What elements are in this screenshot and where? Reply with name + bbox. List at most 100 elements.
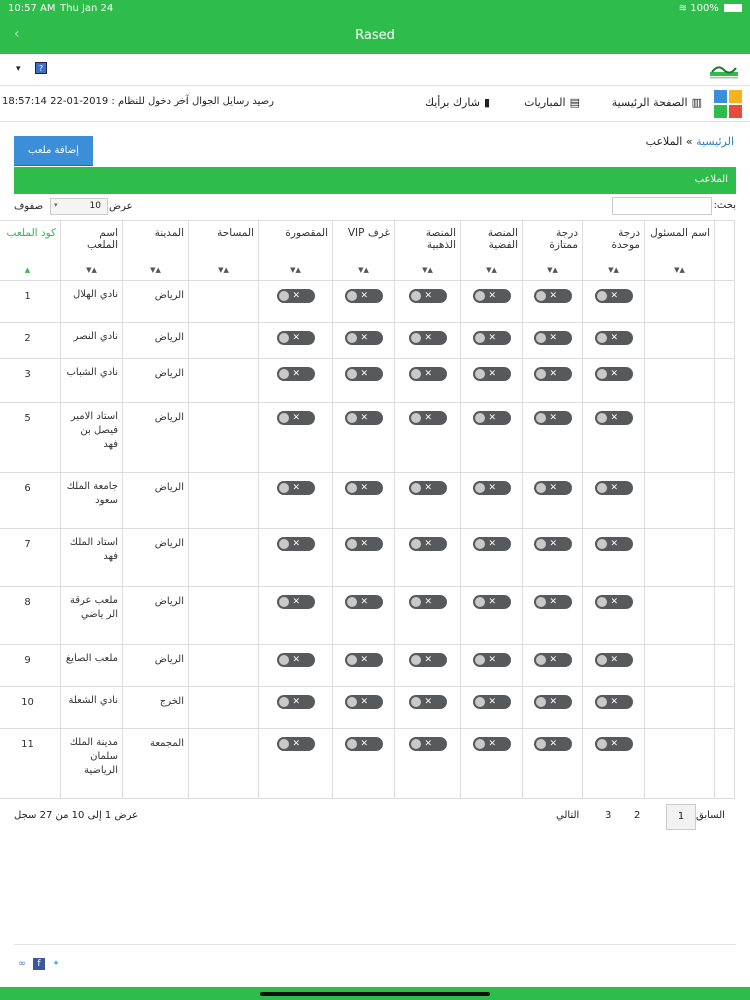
excellent-toggle[interactable]: ✕: [533, 595, 572, 609]
pagination-page-2[interactable]: 2: [634, 810, 640, 821]
search-input[interactable]: [612, 197, 712, 215]
excellent-toggle[interactable]: ✕: [533, 411, 572, 425]
box-toggle[interactable]: ✕: [276, 695, 315, 709]
silver-toggle[interactable]: ✕: [472, 331, 511, 345]
toggle-knob: [596, 697, 607, 707]
box-toggle[interactable]: ✕: [276, 537, 315, 551]
excellent-toggle[interactable]: ✕: [533, 481, 572, 495]
facebook-icon[interactable]: f: [33, 958, 45, 970]
status-date: Thu Jan 24: [60, 3, 114, 14]
vip-toggle[interactable]: ✕: [344, 695, 383, 709]
box-toggle[interactable]: ✕: [276, 737, 315, 751]
page-length-select[interactable]: 10 ▾: [50, 198, 108, 215]
excellent-toggle[interactable]: ✕: [533, 289, 572, 303]
vip-toggle[interactable]: ✕: [344, 537, 383, 551]
dropdown-caret-icon[interactable]: ▾: [16, 64, 21, 74]
silver-toggle[interactable]: ✕: [472, 411, 511, 425]
toggle-knob: [346, 539, 357, 549]
cell-unified: ✕: [582, 280, 645, 323]
silver-toggle[interactable]: ✕: [472, 737, 511, 751]
vip-toggle[interactable]: ✕: [344, 481, 383, 495]
gold-toggle[interactable]: ✕: [408, 695, 447, 709]
unified-toggle[interactable]: ✕: [594, 737, 633, 751]
pagination-next[interactable]: التالي: [556, 810, 579, 821]
gold-toggle[interactable]: ✕: [408, 737, 447, 751]
pagination-page-3[interactable]: 3: [605, 810, 611, 821]
help-icon[interactable]: ?: [35, 62, 47, 74]
vip-toggle[interactable]: ✕: [344, 289, 383, 303]
excellent-toggle[interactable]: ✕: [533, 367, 572, 381]
unified-toggle[interactable]: ✕: [594, 653, 633, 667]
unified-toggle[interactable]: ✕: [594, 537, 633, 551]
excellent-toggle[interactable]: ✕: [533, 331, 572, 345]
silver-toggle[interactable]: ✕: [472, 537, 511, 551]
cell-gold: ✕: [394, 322, 461, 359]
column-header-code[interactable]: كود الملعب ▲: [0, 220, 61, 281]
vip-toggle[interactable]: ✕: [344, 411, 383, 425]
menu-item-matches[interactable]: ▤المباريات: [524, 96, 580, 109]
pagination-page-1[interactable]: 1: [666, 804, 696, 830]
unified-toggle[interactable]: ✕: [594, 289, 633, 303]
gold-toggle[interactable]: ✕: [408, 411, 447, 425]
column-header-unified[interactable]: درجة موحدة ▲▼: [582, 220, 645, 281]
menu-item-home[interactable]: ▥الصفحة الرئيسية: [612, 96, 702, 109]
column-header-area[interactable]: المساحة ▲▼: [188, 220, 259, 281]
box-toggle[interactable]: ✕: [276, 367, 315, 381]
unified-toggle[interactable]: ✕: [594, 331, 633, 345]
add-stadium-button[interactable]: إضافة ملعب: [14, 136, 93, 166]
gold-toggle[interactable]: ✕: [408, 537, 447, 551]
vip-toggle[interactable]: ✕: [344, 653, 383, 667]
unified-toggle[interactable]: ✕: [594, 695, 633, 709]
excellent-toggle[interactable]: ✕: [533, 653, 572, 667]
column-header-excellent[interactable]: درجة ممتازة ▲▼: [522, 220, 583, 281]
column-header-vip[interactable]: غرف VIP ▲▼: [332, 220, 395, 281]
column-header-name[interactable]: اسم الملعب ▲▼: [60, 220, 123, 281]
silver-toggle[interactable]: ✕: [472, 481, 511, 495]
column-header-silver[interactable]: المنصة الفضية ▲▼: [460, 220, 523, 281]
vip-toggle[interactable]: ✕: [344, 331, 383, 345]
excellent-toggle[interactable]: ✕: [533, 737, 572, 751]
breadcrumb-home-link[interactable]: الرئيسية: [696, 135, 734, 148]
cell-excellent: ✕: [522, 686, 583, 729]
box-toggle[interactable]: ✕: [276, 595, 315, 609]
vip-toggle[interactable]: ✕: [344, 737, 383, 751]
column-header-box[interactable]: المقصورة ▲▼: [258, 220, 333, 281]
unified-toggle[interactable]: ✕: [594, 595, 633, 609]
gold-toggle[interactable]: ✕: [408, 653, 447, 667]
menu-item-feedback[interactable]: ▮شارك برأيك: [425, 96, 490, 109]
silver-toggle[interactable]: ✕: [472, 595, 511, 609]
gold-toggle[interactable]: ✕: [408, 331, 447, 345]
apps-grid-icon[interactable]: [714, 90, 742, 118]
cell-box: ✕: [258, 358, 333, 403]
column-header-manager[interactable]: اسم المسئول ▲▼: [644, 220, 715, 281]
gold-toggle[interactable]: ✕: [408, 289, 447, 303]
gold-toggle[interactable]: ✕: [408, 367, 447, 381]
box-toggle[interactable]: ✕: [276, 331, 315, 345]
twitter-icon[interactable]: ✦: [50, 958, 62, 970]
silver-toggle[interactable]: ✕: [472, 289, 511, 303]
toggle-knob: [346, 597, 357, 607]
box-toggle[interactable]: ✕: [276, 411, 315, 425]
silver-toggle[interactable]: ✕: [472, 367, 511, 381]
excellent-toggle[interactable]: ✕: [533, 537, 572, 551]
cell-area: [188, 686, 259, 729]
column-header-gold[interactable]: المنصة الذهبية ▲▼: [394, 220, 461, 281]
cell-area: [188, 728, 259, 799]
gold-toggle[interactable]: ✕: [408, 481, 447, 495]
box-toggle[interactable]: ✕: [276, 653, 315, 667]
gold-toggle[interactable]: ✕: [408, 595, 447, 609]
pagination-prev[interactable]: السابق: [696, 810, 725, 821]
column-header-city[interactable]: المدينة ▲▼: [122, 220, 189, 281]
vip-toggle[interactable]: ✕: [344, 595, 383, 609]
silver-toggle[interactable]: ✕: [472, 695, 511, 709]
unified-toggle[interactable]: ✕: [594, 367, 633, 381]
silver-toggle[interactable]: ✕: [472, 653, 511, 667]
unified-toggle[interactable]: ✕: [594, 481, 633, 495]
excellent-toggle[interactable]: ✕: [533, 695, 572, 709]
vip-toggle[interactable]: ✕: [344, 367, 383, 381]
cell-gold: ✕: [394, 528, 461, 587]
box-toggle[interactable]: ✕: [276, 289, 315, 303]
link-icon[interactable]: ∞: [16, 958, 28, 970]
box-toggle[interactable]: ✕: [276, 481, 315, 495]
unified-toggle[interactable]: ✕: [594, 411, 633, 425]
